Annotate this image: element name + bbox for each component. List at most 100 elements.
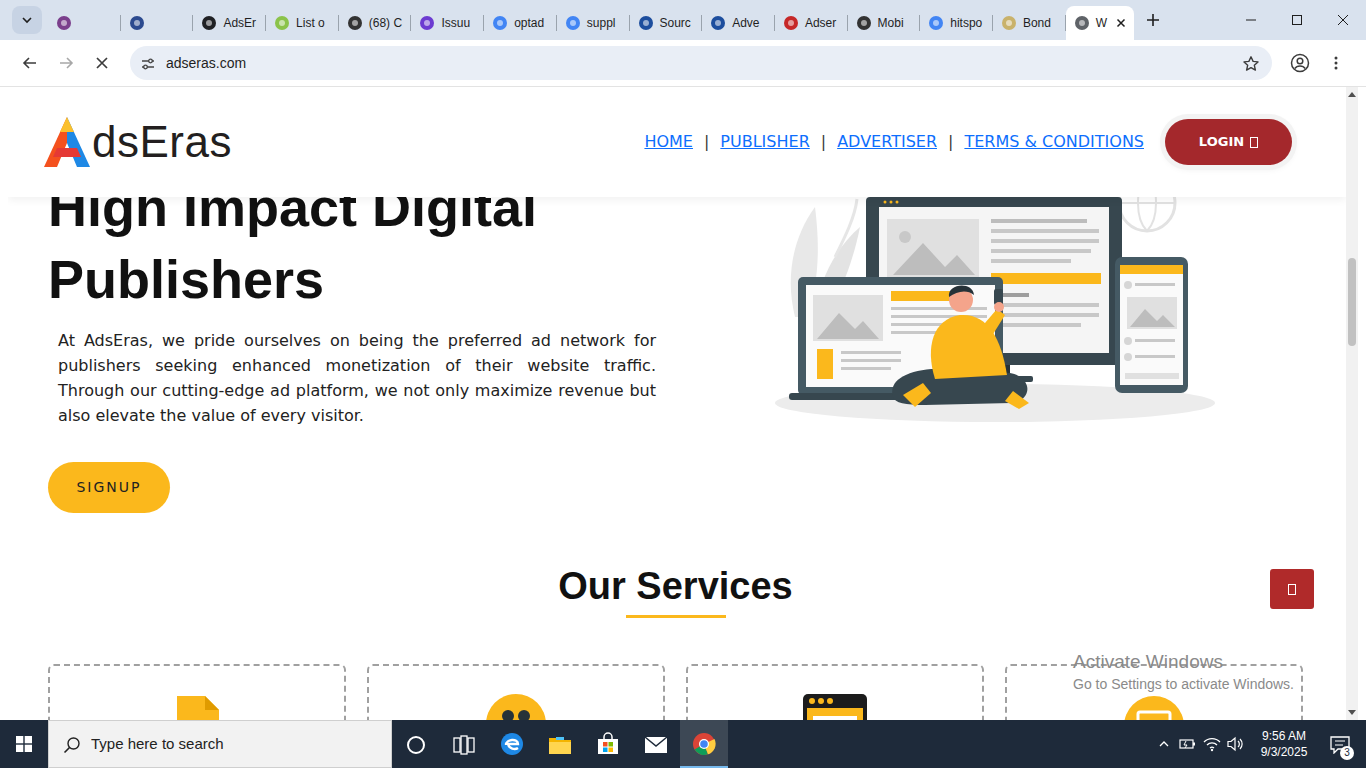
maximize-icon[interactable] (1274, 0, 1320, 40)
favicon-icon (783, 15, 799, 31)
notification-count: 3 (1340, 746, 1354, 760)
scroll-up-icon[interactable] (1348, 91, 1356, 99)
address-text[interactable]: adseras.com (166, 53, 1232, 74)
browser-tab[interactable]: AdsEr (193, 6, 266, 40)
favicon-icon (347, 15, 363, 31)
windows-start-icon[interactable] (0, 720, 48, 768)
tab-label: Issuu (441, 14, 470, 32)
new-tab-icon[interactable] (1139, 6, 1167, 34)
close-tab-icon[interactable] (1113, 15, 1129, 31)
search-icon (63, 732, 81, 756)
nav-link[interactable]: TERMS & CONDITIONS (964, 130, 1144, 154)
explorer-icon (548, 732, 572, 756)
service-card[interactable] (686, 664, 984, 720)
site-header: dsErasHOME|PUBLISHER|ADVERTISER|TERMS & … (8, 87, 1346, 197)
browser-tab[interactable]: hitspo (920, 6, 993, 40)
tab-label: Adser (805, 14, 836, 32)
nav-separator: | (948, 130, 953, 154)
nav-link[interactable]: PUBLISHER (720, 130, 809, 154)
taskbar-app[interactable] (680, 720, 728, 768)
hero-section: High Impact DigitalPublishersAt AdsEras,… (48, 171, 1346, 513)
network-icon[interactable] (1200, 720, 1224, 768)
favicon-icon (1001, 15, 1017, 31)
browser-tab[interactable]: (68) C (339, 6, 412, 40)
heading-underline (626, 615, 726, 618)
browser-tab[interactable] (121, 6, 194, 40)
clock[interactable]: 9:56 AM9/3/2025 (1248, 728, 1320, 760)
taskbar-app[interactable] (632, 720, 680, 768)
service-card[interactable] (367, 664, 665, 720)
volume-icon[interactable] (1224, 720, 1248, 768)
site-info-icon[interactable] (140, 51, 156, 75)
edge-icon (500, 732, 524, 757)
browser-tab[interactable]: Sourc (630, 6, 703, 40)
minimize-icon[interactable] (1228, 0, 1274, 40)
watermark-subtitle: Go to Settings to activate Windows. (1073, 674, 1294, 694)
browser-tab[interactable]: Mobi (848, 6, 921, 40)
favicon-icon (856, 15, 872, 31)
tab-label: hitspo (950, 14, 982, 32)
login-button[interactable]: LOGIN (1165, 119, 1292, 165)
hero-text: High Impact DigitalPublishersAt AdsEras,… (48, 171, 664, 513)
browser-tab[interactable]: Issuu (411, 6, 484, 40)
back-icon[interactable] (14, 47, 46, 79)
clock-date: 9/3/2025 (1261, 744, 1308, 760)
show-hidden-icon[interactable] (1152, 720, 1176, 768)
tab-label: optad (514, 14, 544, 32)
service-card[interactable] (1005, 664, 1303, 720)
taskbar-app[interactable] (488, 720, 536, 768)
login-label: LOGIN (1199, 132, 1244, 152)
stop-loading-icon[interactable] (86, 47, 118, 79)
browser-tab[interactable]: W (1066, 6, 1134, 40)
address-bar[interactable]: adseras.com (130, 46, 1272, 80)
bookmark-star-icon[interactable] (1242, 51, 1260, 75)
favicon-icon (565, 15, 581, 31)
monitor-icon (1122, 690, 1186, 720)
page-scrollbar[interactable] (1346, 87, 1358, 720)
favicon-icon (274, 15, 290, 31)
browser-tab[interactable]: optad (484, 6, 557, 40)
team-icon (484, 690, 548, 720)
tab-search-icon[interactable] (12, 6, 42, 34)
scroll-down-icon[interactable] (1348, 708, 1356, 716)
profile-icon[interactable] (1284, 47, 1316, 79)
watermark-title: Activate Windows (1073, 650, 1294, 674)
menu-icon[interactable] (1320, 47, 1352, 79)
taskbar-search[interactable] (48, 720, 392, 768)
taskbar-app[interactable] (440, 720, 488, 768)
logo-triangle-icon (42, 115, 92, 169)
site-logo[interactable]: dsEras (42, 115, 232, 169)
scroll-thumb[interactable] (1348, 258, 1356, 346)
browser-tab[interactable]: suppl (557, 6, 630, 40)
search-input[interactable] (91, 733, 391, 756)
services-heading: Our Services (48, 563, 1303, 609)
battery-icon[interactable] (1176, 720, 1200, 768)
favicon-icon (638, 15, 654, 31)
close-window-icon[interactable] (1320, 0, 1366, 40)
tab-label: AdsEr (223, 14, 256, 32)
notification-center-button[interactable]: 3 (1320, 720, 1360, 768)
browser-tab[interactable] (48, 6, 121, 40)
main-nav: HOME|PUBLISHER|ADVERTISER|TERMS & CONDIT… (644, 130, 1144, 154)
taskbar-app[interactable] (536, 720, 584, 768)
web-page: dsErasHOME|PUBLISHER|ADVERTISER|TERMS & … (8, 87, 1346, 720)
browser-tab[interactable]: Adve (702, 6, 775, 40)
browser-tab[interactable]: Bond (993, 6, 1066, 40)
hero-title-line: Publishers (48, 243, 664, 315)
favicon-icon (419, 15, 435, 31)
taskbar-app[interactable] (584, 720, 632, 768)
nav-link[interactable]: HOME (644, 130, 693, 154)
signup-button[interactable]: SIGNUP (48, 462, 170, 513)
chrome-icon (692, 732, 716, 757)
nav-link[interactable]: ADVERTISER (837, 130, 937, 154)
system-tray: 9:56 AM9/3/2025 3 (1152, 720, 1366, 768)
cortana-icon (406, 732, 426, 756)
service-card[interactable] (48, 664, 346, 720)
tab-label: suppl (587, 14, 616, 32)
tab-strip: AdsEr List o(68) C Issuu optad suppl SourcAdv… (0, 0, 1366, 40)
favicon-icon (1074, 15, 1090, 31)
browser-tab[interactable]: List o (266, 6, 339, 40)
taskbar-app[interactable] (392, 720, 440, 768)
browser-tab[interactable]: Adser (775, 6, 848, 40)
scroll-top-button[interactable] (1270, 569, 1314, 609)
